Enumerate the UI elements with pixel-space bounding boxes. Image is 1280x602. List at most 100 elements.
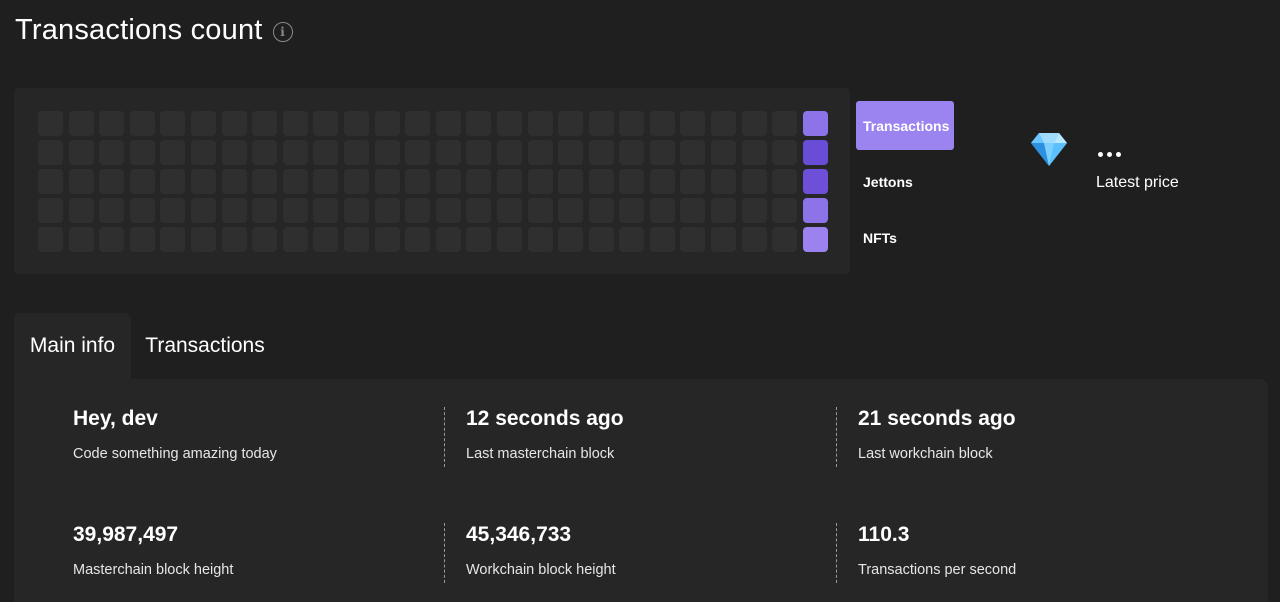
heatmap-cell[interactable] xyxy=(466,198,492,223)
heatmap-cell[interactable] xyxy=(313,140,339,165)
heatmap-cell[interactable] xyxy=(68,111,94,136)
heatmap-cell[interactable] xyxy=(802,227,828,252)
heatmap-cell[interactable] xyxy=(99,140,125,165)
heatmap-cell[interactable] xyxy=(221,111,247,136)
heatmap-cell[interactable] xyxy=(588,198,614,223)
heatmap-cell[interactable] xyxy=(405,111,431,136)
heatmap-cell[interactable] xyxy=(252,169,278,194)
heatmap-cell[interactable] xyxy=(649,140,675,165)
heatmap-cell[interactable] xyxy=(405,198,431,223)
heatmap-cell[interactable] xyxy=(435,140,461,165)
heatmap-cell[interactable] xyxy=(619,140,645,165)
heatmap-cell[interactable] xyxy=(282,227,308,252)
heatmap-cell[interactable] xyxy=(619,169,645,194)
heatmap-cell[interactable] xyxy=(99,111,125,136)
heatmap-cell[interactable] xyxy=(772,111,798,136)
heatmap-cell[interactable] xyxy=(466,111,492,136)
heatmap-cell[interactable] xyxy=(313,111,339,136)
tab-main-info[interactable]: Main info xyxy=(14,313,131,379)
heatmap-cell[interactable] xyxy=(190,111,216,136)
heatmap-cell[interactable] xyxy=(588,140,614,165)
heatmap-cell[interactable] xyxy=(558,140,584,165)
heatmap-cell[interactable] xyxy=(129,227,155,252)
heatmap-cell[interactable] xyxy=(527,227,553,252)
heatmap-cell[interactable] xyxy=(527,111,553,136)
chart-tab-transactions[interactable]: Transactions xyxy=(856,101,954,150)
heatmap-cell[interactable] xyxy=(619,198,645,223)
heatmap-cell[interactable] xyxy=(190,140,216,165)
heatmap-cell[interactable] xyxy=(558,169,584,194)
heatmap-cell[interactable] xyxy=(221,227,247,252)
heatmap-cell[interactable] xyxy=(282,198,308,223)
heatmap-cell[interactable] xyxy=(282,140,308,165)
heatmap-cell[interactable] xyxy=(129,140,155,165)
heatmap-cell[interactable] xyxy=(711,198,737,223)
heatmap-cell[interactable] xyxy=(99,198,125,223)
heatmap-cell[interactable] xyxy=(466,169,492,194)
heatmap-cell[interactable] xyxy=(435,111,461,136)
heatmap-cell[interactable] xyxy=(649,227,675,252)
heatmap-cell[interactable] xyxy=(313,227,339,252)
heatmap-cell[interactable] xyxy=(496,140,522,165)
heatmap-cell[interactable] xyxy=(588,111,614,136)
heatmap-cell[interactable] xyxy=(343,140,369,165)
heatmap-cell[interactable] xyxy=(68,198,94,223)
heatmap-cell[interactable] xyxy=(252,198,278,223)
heatmap-cell[interactable] xyxy=(527,198,553,223)
heatmap-cell[interactable] xyxy=(221,140,247,165)
heatmap-cell[interactable] xyxy=(711,169,737,194)
heatmap-cell[interactable] xyxy=(527,140,553,165)
heatmap-cell[interactable] xyxy=(405,169,431,194)
heatmap-cell[interactable] xyxy=(68,140,94,165)
heatmap-cell[interactable] xyxy=(435,227,461,252)
heatmap-cell[interactable] xyxy=(374,169,400,194)
heatmap-cell[interactable] xyxy=(38,169,63,194)
heatmap-cell[interactable] xyxy=(343,169,369,194)
heatmap-cell[interactable] xyxy=(496,227,522,252)
heatmap-cell[interactable] xyxy=(252,111,278,136)
heatmap-cell[interactable] xyxy=(772,227,798,252)
heatmap-cell[interactable] xyxy=(649,169,675,194)
heatmap-cell[interactable] xyxy=(741,169,767,194)
heatmap-cell[interactable] xyxy=(649,111,675,136)
heatmap-cell[interactable] xyxy=(160,198,186,223)
heatmap-cell[interactable] xyxy=(802,111,828,136)
heatmap-cell[interactable] xyxy=(160,111,186,136)
heatmap-cell[interactable] xyxy=(680,111,706,136)
heatmap-cell[interactable] xyxy=(160,227,186,252)
heatmap-cell[interactable] xyxy=(496,169,522,194)
heatmap-cell[interactable] xyxy=(711,111,737,136)
heatmap-cell[interactable] xyxy=(190,198,216,223)
heatmap-cell[interactable] xyxy=(129,198,155,223)
heatmap-cell[interactable] xyxy=(496,198,522,223)
heatmap-cell[interactable] xyxy=(680,198,706,223)
heatmap-cell[interactable] xyxy=(38,111,63,136)
heatmap-cell[interactable] xyxy=(741,140,767,165)
heatmap-cell[interactable] xyxy=(711,227,737,252)
heatmap-cell[interactable] xyxy=(99,169,125,194)
heatmap-cell[interactable] xyxy=(619,111,645,136)
heatmap-cell[interactable] xyxy=(527,169,553,194)
heatmap-cell[interactable] xyxy=(680,140,706,165)
heatmap-cell[interactable] xyxy=(405,227,431,252)
heatmap-cell[interactable] xyxy=(282,111,308,136)
heatmap-cell[interactable] xyxy=(772,140,798,165)
heatmap-cell[interactable] xyxy=(711,140,737,165)
heatmap-cell[interactable] xyxy=(496,111,522,136)
heatmap-cell[interactable] xyxy=(68,227,94,252)
heatmap-cell[interactable] xyxy=(558,198,584,223)
heatmap-cell[interactable] xyxy=(588,169,614,194)
info-icon[interactable]: i xyxy=(272,21,293,42)
heatmap-cell[interactable] xyxy=(313,198,339,223)
heatmap-cell[interactable] xyxy=(190,227,216,252)
heatmap-cell[interactable] xyxy=(160,140,186,165)
heatmap-cell[interactable] xyxy=(374,140,400,165)
heatmap-cell[interactable] xyxy=(619,227,645,252)
tab-transactions[interactable]: Transactions xyxy=(131,313,279,379)
heatmap-cell[interactable] xyxy=(38,198,63,223)
heatmap-cell[interactable] xyxy=(38,140,63,165)
heatmap-cell[interactable] xyxy=(466,227,492,252)
chart-tab-jettons[interactable]: Jettons xyxy=(856,157,956,206)
heatmap-cell[interactable] xyxy=(741,227,767,252)
heatmap-cell[interactable] xyxy=(99,227,125,252)
